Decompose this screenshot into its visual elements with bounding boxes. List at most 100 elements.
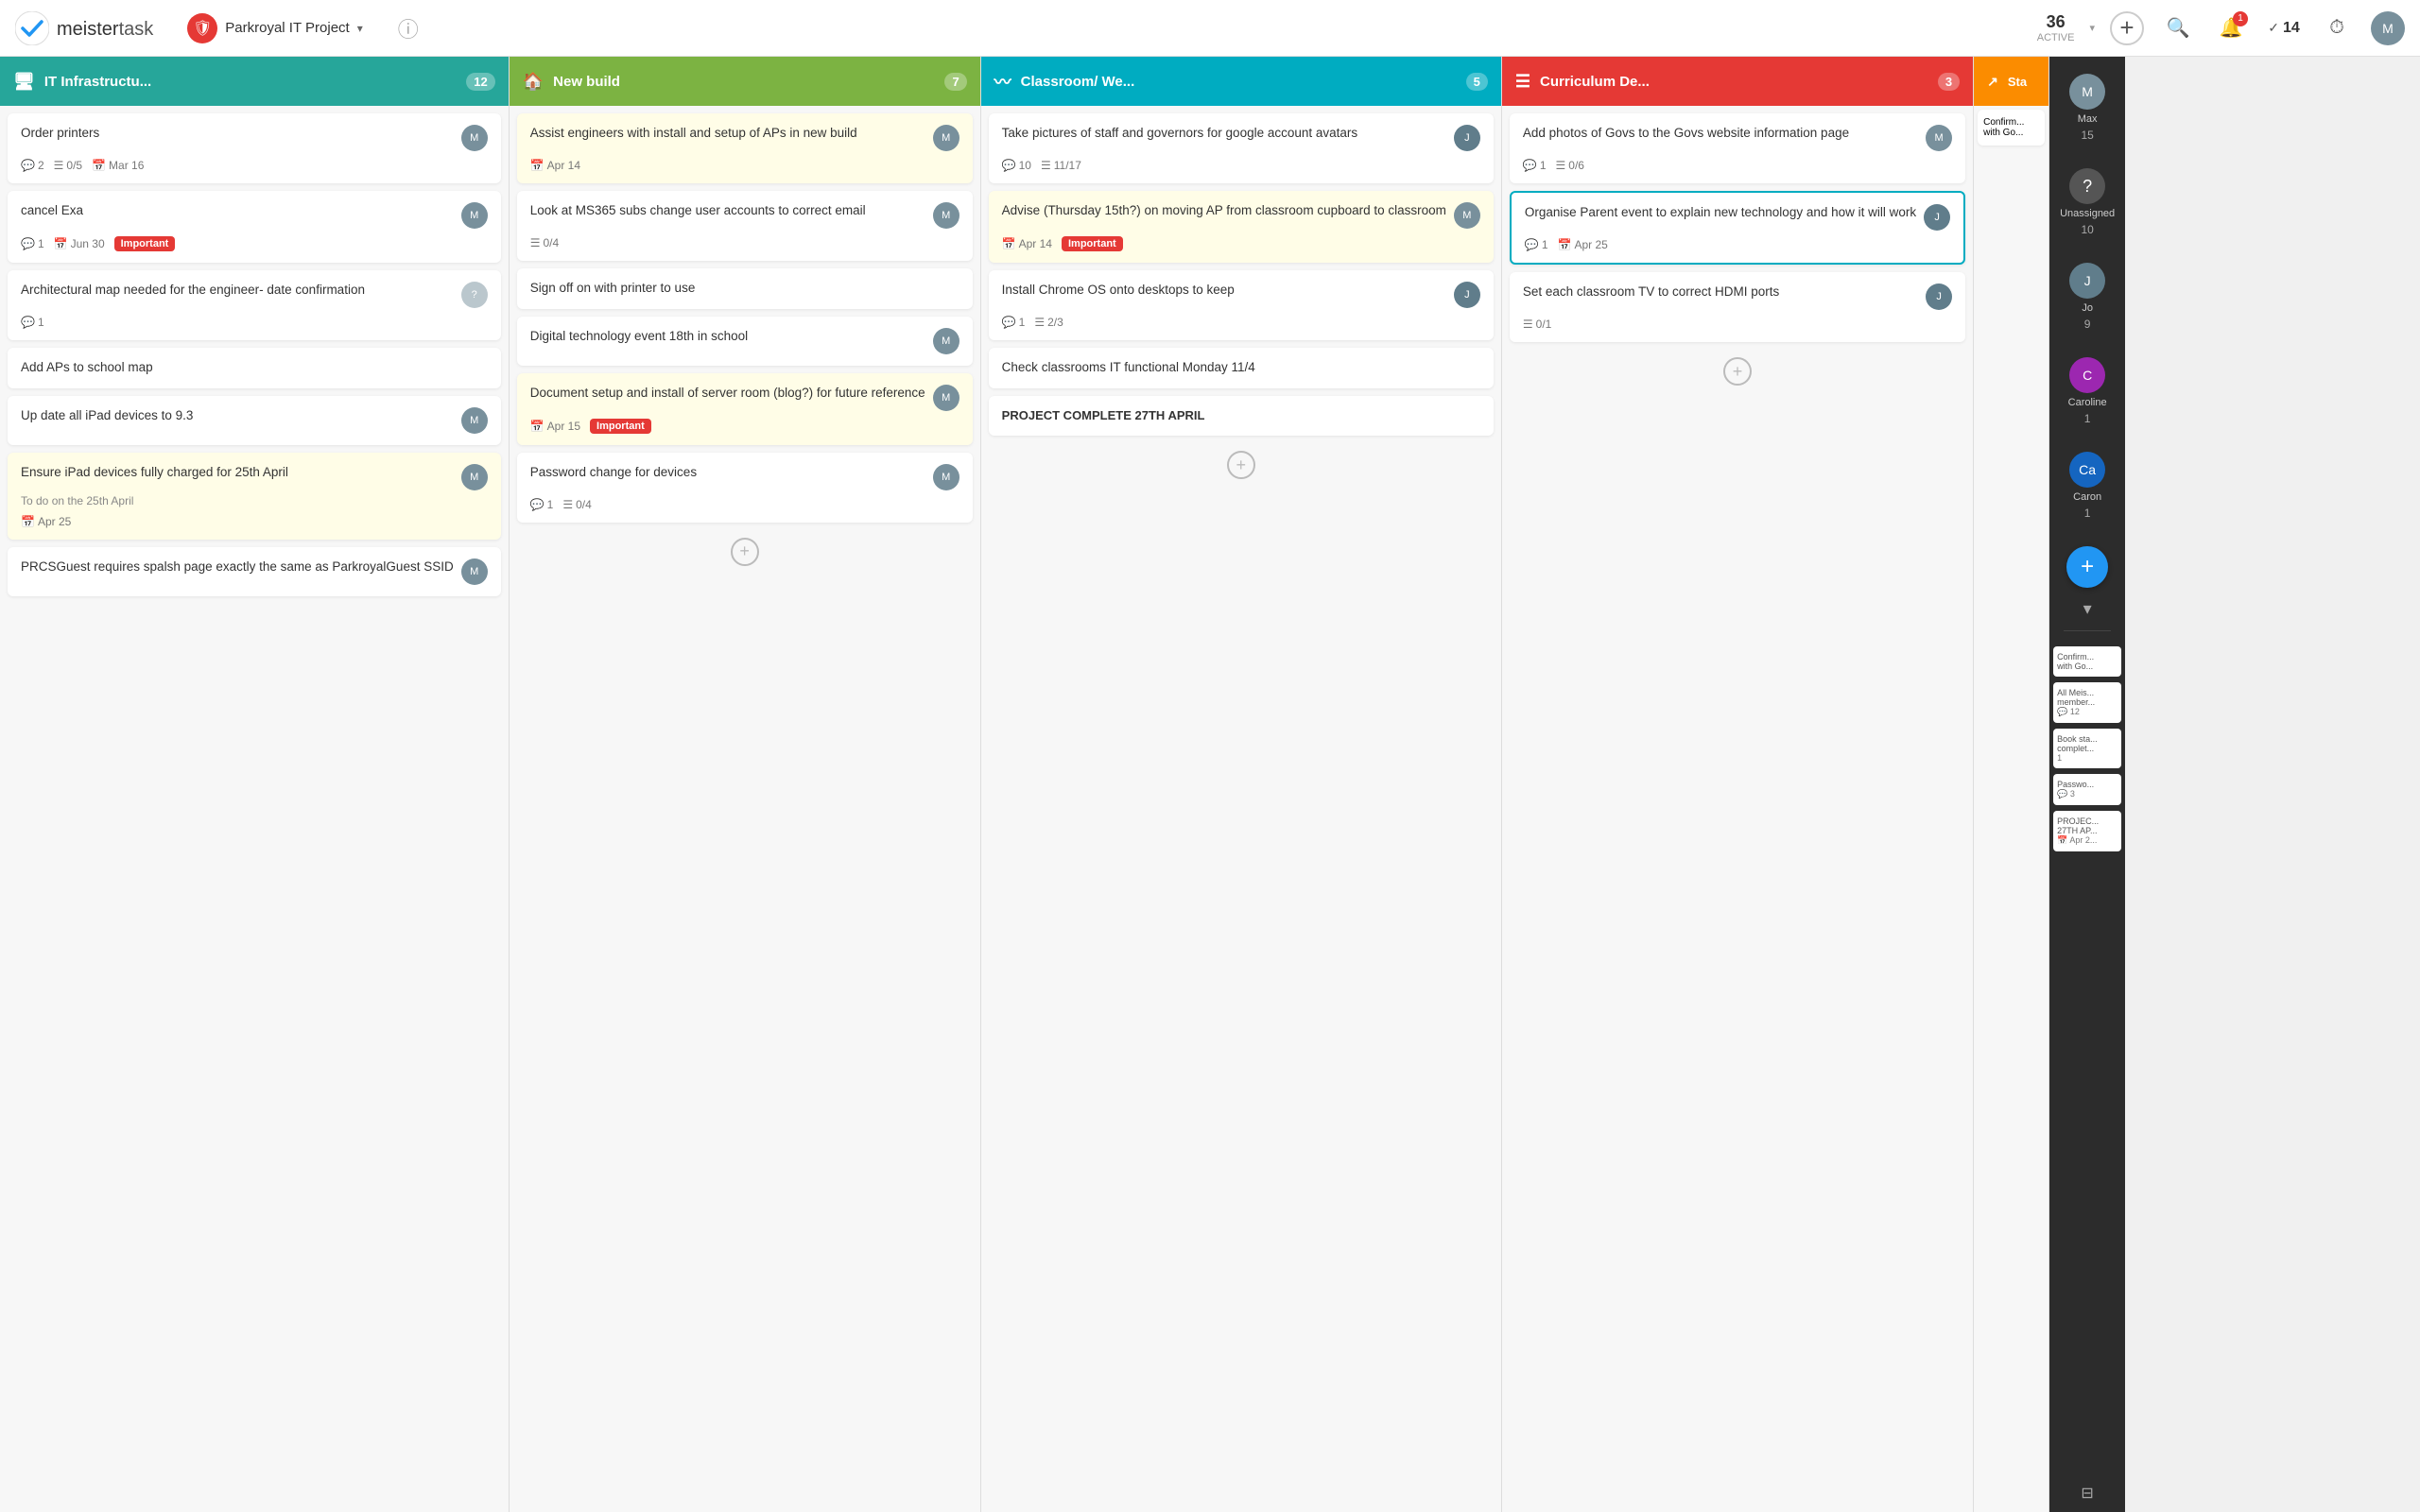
table-row[interactable]: Install Chrome OS onto desktops to keep … (989, 270, 1494, 340)
card-subtitle: To do on the 25th April (21, 494, 488, 507)
col-curriculum-icon: ☰ (1515, 72, 1530, 92)
notifications-button[interactable]: 🔔 1 (2212, 9, 2250, 47)
table-row[interactable]: Document setup and install of server roo… (517, 373, 973, 445)
active-label: ACTIVE (2037, 32, 2075, 43)
avatar: M (933, 125, 959, 151)
table-row[interactable]: Organise Parent event to explain new tec… (1510, 191, 1965, 265)
col-new-count: 7 (944, 73, 966, 91)
add-card-button[interactable]: + (731, 538, 759, 566)
project-name: Parkroyal IT Project (225, 20, 349, 36)
col-classroom-count: 5 (1466, 73, 1488, 91)
avatar: M (461, 464, 488, 490)
list-item[interactable]: All Meis...member...💬 12 (2053, 682, 2121, 723)
avatar: J (1454, 125, 1480, 151)
table-row[interactable]: Confirm... with Go... (1978, 110, 2045, 146)
table-row[interactable]: Look at MS365 subs change user accounts … (517, 191, 973, 261)
col-classroom-body: Take pictures of staff and governors for… (981, 106, 1501, 1512)
list-item[interactable]: Confirm...with Go... (2053, 646, 2121, 677)
sidebar-user-caroline[interactable]: C Caroline 1 (2065, 350, 2111, 433)
partial-cards-section: Confirm...with Go... All Meis...member..… (2049, 643, 2125, 855)
add-card-button[interactable]: + (1723, 357, 1752, 386)
user-name: Jo (2082, 302, 2093, 314)
table-row[interactable]: Advise (Thursday 15th?) on moving AP fro… (989, 191, 1494, 263)
table-row[interactable]: Sign off on with printer to use (517, 268, 973, 309)
timer-button[interactable]: ⏱ (2318, 9, 2356, 47)
table-row[interactable]: Order printers M 💬 2 ☰ 0/5 📅 Mar 16 (8, 113, 501, 183)
table-row[interactable]: Password change for devices M 💬 1 ☰ 0/4 (517, 453, 973, 523)
column-header-classroom: 〰 Classroom/ We... 5 (981, 57, 1501, 106)
avatar: ? (461, 282, 488, 308)
table-row[interactable]: PRCSGuest requires spalsh page exactly t… (8, 547, 501, 596)
table-row[interactable]: Ensure iPad devices fully charged for 25… (8, 453, 501, 540)
active-number: 36 (2047, 12, 2066, 32)
list-item[interactable]: Passwo...💬 3 (2053, 774, 2121, 805)
table-row[interactable]: Add APs to school map (8, 348, 501, 388)
table-row[interactable]: Up date all iPad devices to 9.3 M (8, 396, 501, 445)
table-row[interactable]: cancel Exa M 💬 1 📅 Jun 30 Important (8, 191, 501, 263)
user-name: Caroline (2068, 397, 2107, 408)
comment-count: 💬 1 (1002, 316, 1026, 329)
table-row[interactable]: PROJECT COMPLETE 27TH APRIL (989, 396, 1494, 436)
table-row[interactable]: Check classrooms IT functional Monday 11… (989, 348, 1494, 388)
table-row[interactable]: Digital technology event 18th in school … (517, 317, 973, 366)
sidebar-user-unassigned[interactable]: ? Unassigned 10 (2056, 161, 2118, 244)
avatar: ? (2069, 168, 2105, 204)
list-item[interactable]: Book sta...complet...1 (2053, 729, 2121, 768)
logo[interactable]: meistertask (15, 11, 153, 45)
checklist-icon: ☰ (1523, 318, 1533, 331)
project-chevron-icon: ▾ (357, 22, 363, 35)
calendar-icon: 📅 (530, 420, 544, 433)
tasks-button[interactable]: ✓ 14 (2265, 9, 2303, 47)
calendar-icon: 📅 (1558, 238, 1572, 251)
col-curriculum-count: 3 (1938, 73, 1960, 91)
table-row[interactable]: Set each classroom TV to correct HDMI po… (1510, 272, 1965, 342)
column-header-curriculum: ☰ Curriculum De... 3 (1502, 57, 1973, 106)
col-sta-icon: ↗ (1987, 74, 1998, 90)
comment-count: 💬 1 (1523, 159, 1547, 172)
column-header-it: 🖥 IT Infrastructu... 12 (0, 57, 509, 106)
add-button[interactable]: + (2110, 11, 2144, 45)
divider (2064, 630, 2111, 631)
check-icon: ✓ (2268, 20, 2279, 36)
due-date: 📅 Apr 14 (530, 159, 580, 172)
info-button[interactable]: ⓘ (389, 9, 427, 47)
col-it-body: Order printers M 💬 2 ☰ 0/5 📅 Mar 16 canc… (0, 106, 509, 1512)
column-curriculum: ☰ Curriculum De... 3 Add photos of Govs … (1502, 57, 1974, 1512)
column-classroom: 〰 Classroom/ We... 5 Take pictures of st… (981, 57, 1502, 1512)
project-selector[interactable]: 🛡 Parkroyal IT Project ▾ (176, 8, 373, 49)
layout-toggle[interactable]: ⊟ (2081, 1484, 2093, 1503)
sidebar-user-max[interactable]: M Max 15 (2066, 66, 2109, 149)
status-badge: Important (590, 419, 651, 434)
sidebar-user-jo[interactable]: J Jo 9 (2066, 255, 2109, 338)
table-row[interactable]: Assist engineers with install and setup … (517, 113, 973, 183)
add-card-button[interactable]: + (1227, 451, 1255, 479)
avatar: C (2069, 357, 2105, 393)
avatar: M (933, 202, 959, 229)
right-sidebar: M Max 15 ? Unassigned 10 J Jo 9 C Caroli… (2049, 57, 2125, 1512)
active-count: 36 ACTIVE (2037, 12, 2075, 43)
col-classroom-title: Classroom/ We... (1021, 74, 1457, 90)
user-task-count: 1 (2084, 412, 2091, 425)
comment-count: 💬 1 (21, 237, 44, 250)
column-header-sta: ↗ Sta (1974, 57, 2048, 106)
comment-count: 💬 2 (21, 159, 44, 172)
table-row[interactable]: Take pictures of staff and governors for… (989, 113, 1494, 183)
avatar: M (1926, 125, 1952, 151)
search-button[interactable]: 🔍 (2159, 9, 2197, 47)
comment-icon: 💬 (21, 316, 35, 329)
comment-icon: 💬 (1002, 159, 1016, 172)
avatar: M (933, 385, 959, 411)
table-row[interactable]: Add photos of Govs to the Govs website i… (1510, 113, 1965, 183)
list-item[interactable]: PROJEC...27TH AP...📅 Apr 2... (2053, 811, 2121, 851)
sidebar-user-caron[interactable]: Ca Caron 1 (2066, 444, 2109, 527)
expand-button[interactable]: ▾ (2083, 599, 2092, 619)
comment-icon: 💬 (1523, 159, 1537, 172)
checklist: ☰ 0/5 (54, 159, 82, 172)
add-member-button[interactable]: + (2066, 546, 2108, 588)
logo-name-part2: task (119, 19, 154, 40)
table-row[interactable]: Architectural map needed for the enginee… (8, 270, 501, 340)
col-new-icon: 🏠 (523, 72, 544, 92)
due-date: 📅 Apr 25 (21, 515, 71, 528)
avatar: M (933, 464, 959, 490)
user-avatar[interactable]: M (2371, 11, 2405, 45)
